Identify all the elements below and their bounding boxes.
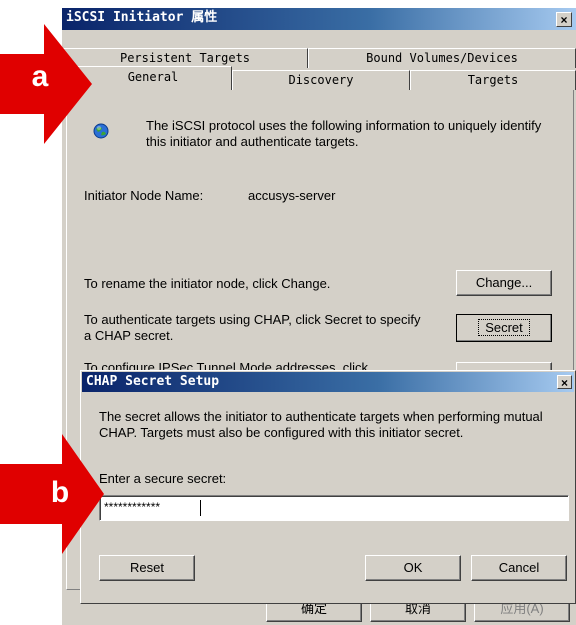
initiator-titlebar: iSCSI Initiator 属性 xyxy=(62,8,576,30)
chap-cancel-button-label: Cancel xyxy=(498,560,540,575)
tab-general-label: General xyxy=(127,70,179,84)
chap-cancel-button[interactable]: Cancel xyxy=(471,555,567,581)
tab-targets-label: Targets xyxy=(467,73,519,87)
node-name-label: Initiator Node Name: xyxy=(84,188,204,203)
tab-bound-volumes[interactable]: Bound Volumes/Devices xyxy=(308,48,576,68)
secret-button[interactable]: Secret xyxy=(456,314,552,342)
chap-dialog: CHAP Secret Setup × The secret allows th… xyxy=(80,370,576,604)
tab-persistent-targets-label: Persistent Targets xyxy=(119,51,251,65)
reset-button-label: Reset xyxy=(130,560,164,575)
tab-discovery-label: Discovery xyxy=(288,73,354,87)
reset-button[interactable]: Reset xyxy=(99,555,195,581)
rename-text: To rename the initiator node, click Chan… xyxy=(84,276,331,291)
initiator-description: The iSCSI protocol uses the following in… xyxy=(146,118,542,149)
chap-titlebar: CHAP Secret Setup xyxy=(82,372,574,392)
secret-button-label: Secret xyxy=(478,319,530,336)
secret-label: Enter a secure secret: xyxy=(99,471,227,486)
initiator-close-button[interactable]: × xyxy=(556,12,572,27)
chap-text: To authenticate targets using CHAP, clic… xyxy=(84,312,421,343)
node-name-value: accusys-server xyxy=(248,188,336,203)
text-cursor xyxy=(200,500,201,516)
tab-persistent-targets[interactable]: Persistent Targets xyxy=(62,48,308,68)
secret-input-value: ************ xyxy=(104,500,161,514)
secret-input[interactable]: ************ xyxy=(99,495,569,521)
chap-title: CHAP Secret Setup xyxy=(86,374,220,389)
chap-description: The secret allows the initiator to authe… xyxy=(99,409,543,440)
tab-bound-volumes-label: Bound Volumes/Devices xyxy=(366,51,518,65)
marker-b-label: b xyxy=(50,476,70,509)
change-button[interactable]: Change... xyxy=(456,270,552,296)
tab-general[interactable]: General xyxy=(74,66,232,90)
tab-targets[interactable]: Targets xyxy=(410,70,576,90)
chap-ok-button-label: OK xyxy=(403,560,423,575)
chap-ok-button[interactable]: OK xyxy=(365,555,461,581)
chap-close-button[interactable]: × xyxy=(557,375,572,390)
tab-discovery[interactable]: Discovery xyxy=(232,70,410,90)
marker-a-label: a xyxy=(31,60,49,93)
change-button-label: Change... xyxy=(475,275,533,290)
